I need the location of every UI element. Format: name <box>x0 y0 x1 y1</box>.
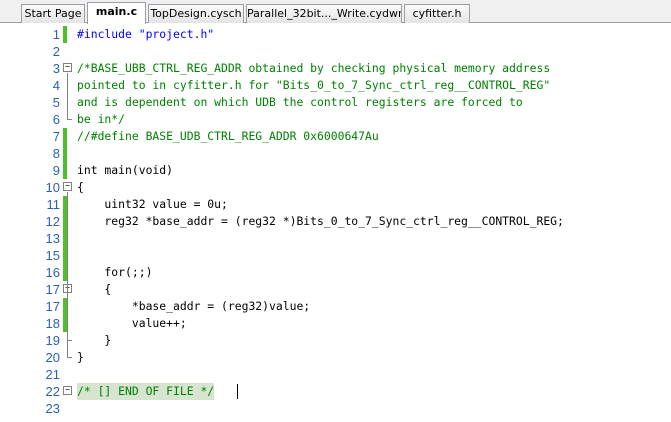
line-number: 9 <box>52 163 60 178</box>
modified-marker <box>63 162 67 179</box>
modified-marker <box>63 26 67 43</box>
fold-collapse-icon[interactable]: − <box>63 63 72 72</box>
code-line[interactable]: 13 <box>0 230 671 247</box>
line-number: 6 <box>52 112 60 127</box>
line-number: 19 <box>45 333 60 348</box>
line-number: 17 <box>45 282 60 297</box>
fold-guide-end <box>67 357 72 358</box>
code-line[interactable]: 7 //#define BASE_UDB_CTRL_REG_ADDR 0x600… <box>0 128 671 145</box>
tab-start-page[interactable]: Start Page <box>21 4 85 23</box>
tab-topdesign-cysch[interactable]: TopDesign.cysch <box>148 4 244 23</box>
line-number: 18 <box>45 316 60 331</box>
code-line[interactable]: 22 − /* [] END OF FILE */ <box>0 383 671 400</box>
code-text: pointed to in cyfitter.h for "Bits_0_to_… <box>77 78 551 92</box>
code-line[interactable]: 20 } <box>0 349 671 366</box>
code-line[interactable]: 5 and is dependent on which UDB the cont… <box>0 94 671 111</box>
line-number: 1 <box>52 27 60 42</box>
line-number: 23 <box>45 401 60 416</box>
code-line[interactable]: 15 <box>0 247 671 264</box>
line-number: 10 <box>45 180 60 195</box>
code-text: and is dependent on which UDB the contro… <box>77 95 523 109</box>
code-text: /* [] END OF FILE */ <box>77 383 215 400</box>
code-text: uint32 value = 0u; <box>77 197 228 211</box>
code-text: for(;;) <box>77 265 153 279</box>
fold-collapse-icon[interactable]: − <box>63 182 72 191</box>
modified-marker <box>63 145 67 162</box>
line-number: 8 <box>52 146 60 161</box>
tab-cyfitter-h[interactable]: cyfitter.h <box>404 4 470 23</box>
code-text: be in*/ <box>77 112 126 126</box>
line-number: 4 <box>52 78 60 93</box>
line-number: 7 <box>52 129 60 144</box>
code-line[interactable]: 18 value++; <box>0 315 671 332</box>
line-number: 15 <box>45 248 60 263</box>
line-number: 5 <box>52 95 60 110</box>
code-line[interactable]: 17 − { <box>0 281 671 298</box>
fold-guide <box>67 73 68 119</box>
code-text: //#define BASE_UDB_CTRL_REG_ADDR 0x60006… <box>77 129 379 143</box>
line-number: 20 <box>45 350 60 365</box>
fold-guide-end <box>67 340 72 341</box>
line-number: 11 <box>46 197 61 212</box>
code-text: /*BASE_UBB_CTRL_REG_ADDR obtained by che… <box>77 61 551 75</box>
line-number: 16 <box>45 265 60 280</box>
line-number: 17 <box>45 299 60 314</box>
line-number: 22 <box>45 384 60 399</box>
code-text: } <box>77 333 112 347</box>
fold-guide-end <box>67 119 72 120</box>
code-text: int main(void) <box>77 163 174 177</box>
code-line[interactable]: 10 − { <box>0 179 671 196</box>
text-caret <box>237 384 238 399</box>
line-number: 2 <box>52 44 60 59</box>
line-number: 12 <box>45 214 60 229</box>
code-line[interactable]: 17 *base_addr = (reg32)value; <box>0 298 671 315</box>
tab-main-c[interactable]: main.c <box>87 2 146 24</box>
code-editor[interactable]: 1 #include "project.h" 2 3 − /*BASE_UBB_… <box>0 23 671 422</box>
tab-bar: Start Page main.c TopDesign.cysch Parall… <box>0 0 671 24</box>
code-text: { <box>77 180 84 194</box>
code-line[interactable]: 19 } <box>0 332 671 349</box>
code-line[interactable]: 6 be in*/ <box>0 111 671 128</box>
code-text: { <box>77 282 112 296</box>
code-text: reg32 *base_addr = (reg32 *)Bits_0_to_7_… <box>77 214 564 228</box>
code-line[interactable]: 8 <box>0 145 671 162</box>
code-line[interactable]: 1 #include "project.h" <box>0 26 671 43</box>
code-line[interactable]: 9 int main(void) <box>0 162 671 179</box>
line-number: 21 <box>45 367 60 382</box>
code-text: #include "project.h" <box>77 27 215 41</box>
code-line[interactable]: 12 reg32 *base_addr = (reg32 *)Bits_0_to… <box>0 213 671 230</box>
modified-marker <box>63 128 67 145</box>
code-text: } <box>77 350 84 364</box>
code-line[interactable]: 21 <box>0 366 671 383</box>
fold-collapse-icon[interactable]: − <box>63 386 72 395</box>
code-text: value++; <box>77 316 187 330</box>
line-number: 3 <box>52 61 60 76</box>
code-line[interactable]: 11 uint32 value = 0u; <box>0 196 671 213</box>
line-number: 13 <box>45 231 60 246</box>
fold-guide <box>67 294 68 340</box>
code-text: *base_addr = (reg32)value; <box>77 299 311 313</box>
code-line[interactable]: 23 <box>0 400 671 417</box>
tab-parallel-cydwr[interactable]: Parallel_32bit..._Write.cydwr <box>246 4 402 23</box>
code-line[interactable]: 16 for(;;) <box>0 264 671 281</box>
code-line[interactable]: 3 − /*BASE_UBB_CTRL_REG_ADDR obtained by… <box>0 60 671 77</box>
code-line[interactable]: 2 <box>0 43 671 60</box>
code-line[interactable]: 4 pointed to in cyfitter.h for "Bits_0_t… <box>0 77 671 94</box>
